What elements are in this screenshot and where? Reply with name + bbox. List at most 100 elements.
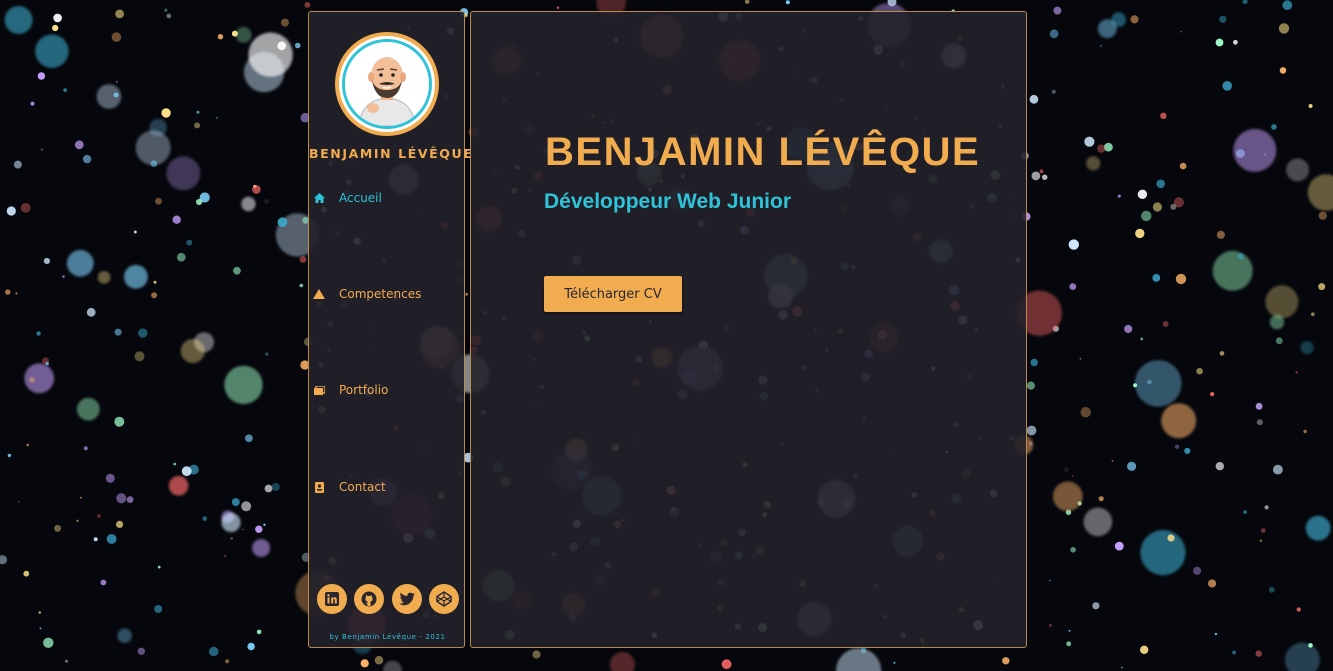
bokeh-dot (1305, 515, 1331, 541)
bokeh-dot (1216, 230, 1225, 239)
bokeh-dot (242, 528, 244, 531)
nav-item-accueil[interactable]: Accueil (313, 188, 463, 208)
github-button[interactable] (354, 584, 385, 614)
bokeh-dot (271, 482, 280, 492)
bokeh-dot (173, 462, 177, 466)
nav-item-portfolio[interactable]: Portfolio (313, 380, 463, 400)
bokeh-dot (1051, 89, 1056, 94)
bokeh-dot (465, 292, 469, 296)
bokeh-dot (1127, 461, 1137, 471)
bokeh-dot (304, 2, 311, 8)
bokeh-dot (1135, 228, 1145, 239)
bokeh-dot (153, 280, 157, 284)
bokeh-dot (1117, 194, 1121, 198)
bokeh-dot (1215, 38, 1224, 47)
bokeh-dot (15, 292, 18, 295)
bokeh-dot (1084, 136, 1095, 147)
bokeh-dot (180, 338, 205, 364)
bokeh-dot (1026, 381, 1035, 390)
hero-subtitle: Développeur Web Junior (544, 190, 791, 213)
bokeh-dot (106, 534, 117, 544)
codepen-icon (436, 591, 452, 607)
bokeh-dot (256, 629, 262, 635)
bokeh-dot (383, 660, 402, 671)
download-cv-button[interactable]: Télécharger CV (544, 276, 682, 312)
bokeh-dot (1068, 629, 1071, 632)
bokeh-dot (1196, 367, 1203, 375)
bokeh-dot (1179, 162, 1187, 170)
bokeh-dot (252, 539, 271, 557)
bokeh-dot (1271, 124, 1277, 130)
bokeh-dot (63, 88, 68, 92)
bokeh-dot (76, 397, 100, 421)
bokeh-dot (1222, 81, 1232, 91)
bokeh-dot (1279, 67, 1287, 74)
bokeh-dot (836, 648, 882, 671)
bokeh-dot (785, 0, 790, 5)
bokeh-dot (43, 257, 51, 265)
bokeh-dot (1140, 645, 1149, 654)
nav-item-competences[interactable]: Competences (313, 284, 463, 304)
bokeh-dot (154, 605, 163, 613)
home-icon (313, 192, 325, 204)
bokeh-dot (1097, 19, 1117, 39)
bokeh-dot (1026, 425, 1037, 436)
linkedin-button[interactable] (317, 584, 347, 614)
bokeh-dot (1069, 283, 1077, 290)
bokeh-dot (1031, 171, 1041, 181)
bokeh-dot (1002, 657, 1010, 665)
bokeh-dot (111, 32, 122, 42)
bokeh-dot (221, 512, 241, 533)
sidebar-name: BENJAMIN LÉVÊQUE (309, 146, 474, 161)
codepen-button[interactable] (428, 584, 459, 614)
bokeh-dot (225, 659, 230, 664)
bokeh-dot (1233, 39, 1238, 45)
bokeh-dot (1275, 337, 1283, 345)
bokeh-dot (137, 647, 145, 655)
bokeh-dot (224, 365, 263, 405)
nav-item-contact[interactable]: Contact (313, 477, 463, 497)
bokeh-dot (1092, 602, 1100, 610)
bokeh-dot (1124, 324, 1133, 334)
bokeh-dot (1160, 112, 1167, 120)
bokeh-dot (1161, 403, 1197, 439)
bokeh-dot (277, 217, 288, 227)
bokeh-dot (93, 537, 98, 542)
twitter-button[interactable] (391, 584, 422, 614)
bokeh-dot (241, 196, 256, 212)
bokeh-dot (1278, 23, 1290, 34)
warning-triangle-icon (313, 288, 325, 300)
bokeh-dot (1255, 402, 1263, 410)
bokeh-dot (1066, 641, 1072, 647)
bokeh-dot (115, 9, 124, 19)
bokeh-dot (294, 42, 301, 49)
bokeh-dot (5, 289, 11, 295)
bokeh-dot (37, 72, 46, 80)
bokeh-dot (1210, 392, 1215, 397)
bokeh-dot (1083, 507, 1113, 537)
bokeh-dot (241, 501, 252, 512)
bokeh-dot (1256, 419, 1263, 426)
bokeh-dot (1233, 128, 1277, 172)
bokeh-dot (1260, 528, 1266, 533)
bokeh-dot (53, 13, 62, 23)
bokeh-dot (100, 579, 107, 586)
bokeh-dot (1265, 285, 1299, 319)
bokeh-dot (105, 473, 115, 483)
bokeh-dot (1156, 179, 1165, 189)
bokeh-dot (231, 498, 240, 507)
bokeh-dot (138, 328, 148, 338)
bokeh-dot (114, 328, 122, 336)
bokeh-dot (609, 652, 635, 671)
bokeh-dot (134, 351, 145, 362)
avatar-illustration (345, 42, 429, 126)
bokeh-dot (299, 283, 304, 288)
bokeh-dot (116, 493, 127, 504)
bokeh-dot (245, 434, 253, 443)
bokeh-dot (6, 206, 16, 216)
bokeh-dot (1259, 539, 1263, 542)
bokeh-dot (1152, 274, 1161, 282)
bokeh-dot (1184, 447, 1191, 454)
bokeh-dot (1049, 579, 1051, 582)
bokeh-dot (52, 24, 59, 32)
